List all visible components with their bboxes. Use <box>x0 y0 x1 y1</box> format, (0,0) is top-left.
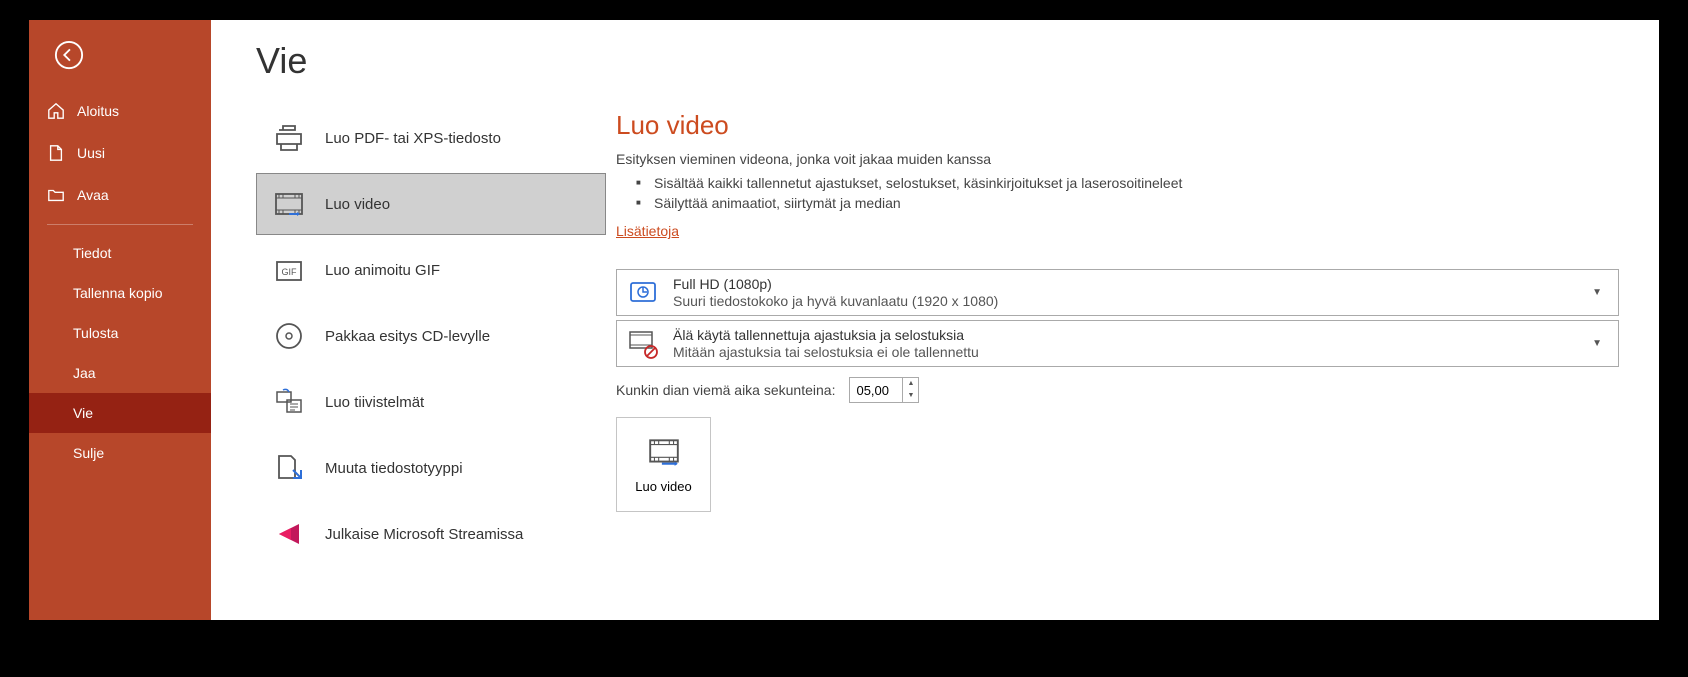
back-button[interactable] <box>44 30 94 80</box>
backstage-view: Aloitus Uusi Avaa Tiedot Tallenna kopio … <box>29 20 1659 620</box>
spinner-up-icon[interactable]: ▲ <box>903 378 918 390</box>
sidebar-label: Tiedot <box>73 245 111 261</box>
handouts-icon <box>273 386 305 418</box>
video-icon <box>273 188 305 220</box>
sidebar-item-share[interactable]: Jaa <box>29 353 211 393</box>
export-option-pdf-xps[interactable]: Luo PDF- tai XPS-tiedosto <box>256 107 606 169</box>
dropdown-title: Älä käytä tallennettuja ajastuksia ja se… <box>673 327 1578 343</box>
export-option-label: Luo animoitu GIF <box>325 262 440 279</box>
video-export-icon <box>647 435 681 469</box>
sidebar-item-info[interactable]: Tiedot <box>29 233 211 273</box>
export-option-label: Pakkaa esitys CD-levylle <box>325 328 490 345</box>
sidebar-item-open[interactable]: Avaa <box>29 174 211 216</box>
sidebar: Aloitus Uusi Avaa Tiedot Tallenna kopio … <box>29 20 211 620</box>
back-arrow-icon <box>54 40 84 70</box>
video-quality-dropdown[interactable]: Full HD (1080p) Suuri tiedostokoko ja hy… <box>616 269 1619 316</box>
sidebar-label: Aloitus <box>77 103 119 119</box>
sidebar-label: Avaa <box>77 187 109 203</box>
dropdown-subtitle: Suuri tiedostokoko ja hyvä kuvanlaatu (1… <box>673 293 1578 309</box>
chevron-down-icon: ▼ <box>1592 338 1602 349</box>
folder-open-icon <box>47 186 65 204</box>
sidebar-item-home[interactable]: Aloitus <box>29 90 211 132</box>
seconds-input[interactable] <box>850 381 902 400</box>
seconds-per-slide-row: Kunkin dian viemä aika sekunteina: ▲ ▼ <box>616 377 1619 403</box>
export-option-handouts[interactable]: Luo tiivistelmät <box>256 371 606 433</box>
home-icon <box>47 102 65 120</box>
section-heading: Luo video <box>616 110 1619 141</box>
feature-item: Sisältää kaikki tallennetut ajastukset, … <box>636 173 1619 193</box>
chevron-down-icon: ▼ <box>1592 287 1602 298</box>
monitor-icon <box>627 277 659 309</box>
sidebar-divider <box>47 224 193 225</box>
feature-list: Sisältää kaikki tallennetut ajastukset, … <box>636 173 1619 213</box>
create-video-button[interactable]: Luo video <box>616 417 711 512</box>
stream-icon <box>273 518 305 550</box>
pdf-xps-icon <box>273 122 305 154</box>
change-file-type-icon <box>273 452 305 484</box>
export-option-gif[interactable]: GIF Luo animoitu GIF <box>256 239 606 301</box>
sidebar-label: Tallenna kopio <box>73 285 163 301</box>
section-description: Esityksen vieminen videona, jonka voit j… <box>616 151 1619 167</box>
sidebar-item-save-copy[interactable]: Tallenna kopio <box>29 273 211 313</box>
timings-dropdown[interactable]: Älä käytä tallennettuja ajastuksia ja se… <box>616 320 1619 367</box>
feature-item: Säilyttää animaatiot, siirtymät ja media… <box>636 193 1619 213</box>
sidebar-label: Vie <box>73 405 93 421</box>
no-timings-icon <box>627 328 659 360</box>
export-option-package-cd[interactable]: Pakkaa esitys CD-levylle <box>256 305 606 367</box>
sidebar-label: Sulje <box>73 445 104 461</box>
svg-text:GIF: GIF <box>282 267 298 277</box>
page-title: Vie <box>256 40 606 82</box>
spinner-down-icon[interactable]: ▼ <box>903 390 918 402</box>
create-video-button-label: Luo video <box>635 479 691 494</box>
main-content: Luo video Esityksen vieminen videona, jo… <box>616 20 1659 620</box>
sidebar-label: Tulosta <box>73 325 118 341</box>
sidebar-item-print[interactable]: Tulosta <box>29 313 211 353</box>
sidebar-label: Uusi <box>77 145 105 161</box>
sidebar-item-export[interactable]: Vie <box>29 393 211 433</box>
export-option-create-video[interactable]: Luo video <box>256 173 606 235</box>
learn-more-link[interactable]: Lisätietoja <box>616 223 679 239</box>
export-options-pane: Vie Luo PDF- tai XPS-tiedosto Luo video … <box>211 20 616 620</box>
export-option-label: Luo video <box>325 196 390 213</box>
sidebar-item-new[interactable]: Uusi <box>29 132 211 174</box>
dropdown-subtitle: Mitään ajastuksia tai selostuksia ei ole… <box>673 344 1578 360</box>
export-option-label: Luo tiivistelmät <box>325 394 424 411</box>
export-option-label: Luo PDF- tai XPS-tiedosto <box>325 130 501 147</box>
seconds-spinner[interactable]: ▲ ▼ <box>849 377 919 403</box>
new-file-icon <box>47 144 65 162</box>
sidebar-item-close[interactable]: Sulje <box>29 433 211 473</box>
export-option-label: Julkaise Microsoft Streamissa <box>325 526 523 543</box>
gif-icon: GIF <box>273 254 305 286</box>
export-option-label: Muuta tiedostotyyppi <box>325 460 463 477</box>
export-option-publish-stream[interactable]: Julkaise Microsoft Streamissa <box>256 503 606 565</box>
export-option-change-file-type[interactable]: Muuta tiedostotyyppi <box>256 437 606 499</box>
sidebar-label: Jaa <box>73 365 96 381</box>
cd-icon <box>273 320 305 352</box>
dropdown-title: Full HD (1080p) <box>673 276 1578 292</box>
seconds-label: Kunkin dian viemä aika sekunteina: <box>616 382 835 398</box>
